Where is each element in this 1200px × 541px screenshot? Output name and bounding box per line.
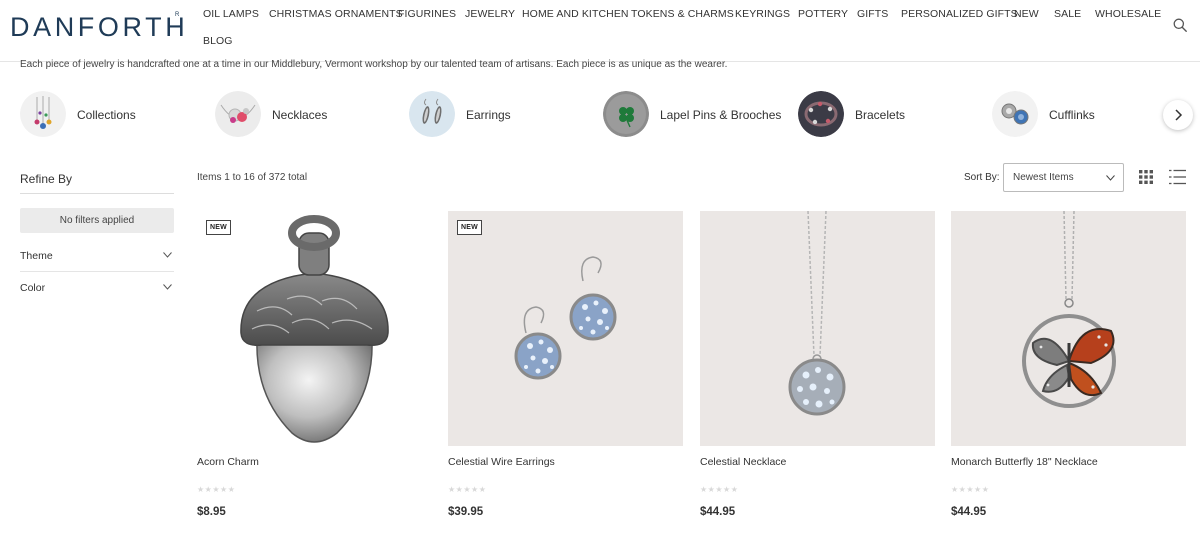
nav-item-blog[interactable]: BLOG bbox=[203, 35, 233, 47]
new-badge: NEW bbox=[457, 220, 482, 235]
product-price: $44.95 bbox=[700, 506, 736, 518]
product-card[interactable]: NEW Acorn Charm ★★★★★ $8.95 bbox=[197, 211, 432, 531]
category-bracelets[interactable]: Bracelets bbox=[798, 91, 948, 138]
nav-item-new[interactable]: NEW bbox=[1014, 8, 1039, 20]
list-view-icon[interactable] bbox=[1169, 169, 1186, 185]
product-card[interactable]: Celestial Necklace ★★★★★ $44.95 bbox=[700, 211, 935, 531]
divider bbox=[20, 193, 174, 194]
filter-theme[interactable]: Theme bbox=[20, 240, 174, 272]
product-price: $44.95 bbox=[951, 506, 987, 518]
category-label: Lapel Pins & Brooches bbox=[660, 108, 782, 122]
chevron-down-icon bbox=[1106, 175, 1115, 181]
chevron-down-icon bbox=[163, 252, 172, 258]
brand-logo[interactable]: DANFORTH bbox=[10, 12, 188, 43]
rating-stars: ★★★★★ bbox=[448, 485, 487, 494]
earrings-thumbnail bbox=[409, 91, 455, 137]
collections-thumbnail bbox=[20, 91, 66, 137]
product-image-celestial-necklace[interactable] bbox=[700, 211, 935, 446]
nav-item-christmas-ornaments[interactable]: CHRISTMAS ORNAMENTS bbox=[269, 8, 403, 20]
nav-item-personalized-gifts[interactable]: PERSONALIZED GIFTS bbox=[901, 8, 1018, 20]
sort-selected-value: Newest Items bbox=[1013, 172, 1074, 183]
rating-stars: ★★★★★ bbox=[951, 485, 990, 494]
product-name[interactable]: Monarch Butterfly 18" Necklace bbox=[951, 456, 1098, 468]
lapel-pins-thumbnail bbox=[603, 91, 649, 137]
nav-item-jewelry[interactable]: JEWELRY bbox=[465, 8, 515, 20]
nav-item-oil-lamps[interactable]: OIL LAMPS bbox=[203, 8, 259, 20]
nav-item-sale[interactable]: SALE bbox=[1054, 8, 1081, 20]
category-label: Cufflinks bbox=[1049, 108, 1095, 122]
category-necklaces[interactable]: Necklaces bbox=[215, 91, 365, 138]
nav-item-pottery[interactable]: POTTERY bbox=[798, 8, 848, 20]
category-collections[interactable]: Collections bbox=[20, 91, 170, 138]
product-image-celestial-wire-earrings[interactable]: NEW bbox=[448, 211, 683, 446]
grid-view-icon[interactable] bbox=[1139, 170, 1153, 184]
items-count: Items 1 to 16 of 372 total bbox=[197, 172, 308, 183]
nav-item-tokens-charms[interactable]: TOKENS & CHARMS bbox=[631, 8, 734, 20]
category-lapel-pins-brooches[interactable]: Lapel Pins & Brooches bbox=[603, 91, 783, 138]
site-header: DANFORTH R OIL LAMPS CHRISTMAS ORNAMENTS… bbox=[0, 0, 1200, 62]
chevron-right-icon bbox=[1175, 109, 1183, 121]
refine-by-title: Refine By bbox=[20, 172, 73, 186]
filter-color[interactable]: Color bbox=[20, 272, 174, 304]
rating-stars: ★★★★★ bbox=[700, 485, 739, 494]
category-cufflinks[interactable]: Cufflinks bbox=[992, 91, 1142, 138]
product-image-monarch-butterfly-necklace[interactable] bbox=[951, 211, 1186, 446]
sort-select[interactable]: Newest Items bbox=[1003, 163, 1124, 192]
product-price: $8.95 bbox=[197, 506, 226, 518]
nav-item-gifts[interactable]: GIFTS bbox=[857, 8, 888, 20]
chevron-down-icon bbox=[163, 284, 172, 290]
category-label: Collections bbox=[77, 108, 136, 122]
necklaces-thumbnail bbox=[215, 91, 261, 137]
category-earrings[interactable]: Earrings bbox=[409, 91, 559, 138]
no-filters-pill: No filters applied bbox=[20, 208, 174, 233]
product-name[interactable]: Celestial Wire Earrings bbox=[448, 456, 555, 468]
nav-item-wholesale[interactable]: WHOLESALE bbox=[1095, 8, 1161, 20]
nav-item-home-and-kitchen[interactable]: HOME AND KITCHEN bbox=[522, 8, 629, 20]
intro-text: Each piece of jewelry is handcrafted one… bbox=[20, 59, 728, 70]
category-label: Necklaces bbox=[272, 108, 328, 122]
rating-stars: ★★★★★ bbox=[197, 485, 236, 494]
cufflinks-thumbnail bbox=[992, 91, 1038, 137]
carousel-next-button[interactable] bbox=[1163, 100, 1193, 130]
sort-label: Sort By: bbox=[964, 172, 1000, 183]
new-badge: NEW bbox=[206, 220, 231, 235]
nav-item-figurines[interactable]: FIGURINES bbox=[398, 8, 456, 20]
product-name[interactable]: Acorn Charm bbox=[197, 456, 259, 468]
product-card[interactable]: NEW Celestial Wire Earrings ★★★★★ $39.95 bbox=[448, 211, 683, 531]
filter-label: Color bbox=[20, 282, 46, 294]
filter-label: Theme bbox=[20, 250, 53, 262]
product-price: $39.95 bbox=[448, 506, 484, 518]
product-image-acorn-charm[interactable]: NEW bbox=[197, 211, 432, 446]
category-label: Earrings bbox=[466, 108, 511, 122]
nav-item-keyrings[interactable]: KEYRINGS bbox=[735, 8, 790, 20]
search-icon[interactable] bbox=[1173, 18, 1187, 32]
product-card[interactable]: Monarch Butterfly 18" Necklace ★★★★★ $44… bbox=[951, 211, 1186, 531]
registered-mark: R bbox=[175, 12, 180, 18]
bracelets-thumbnail bbox=[798, 91, 844, 137]
category-label: Bracelets bbox=[855, 108, 906, 122]
product-name[interactable]: Celestial Necklace bbox=[700, 456, 786, 468]
